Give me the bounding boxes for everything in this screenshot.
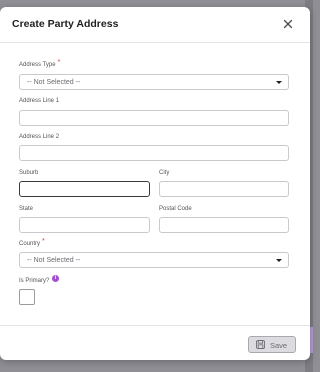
- address-line-1-label: Address Line 1: [19, 98, 60, 104]
- dialog-header: Create Party Address: [0, 7, 310, 43]
- save-label: Save: [270, 341, 288, 350]
- info-icon[interactable]: i: [52, 275, 59, 282]
- create-party-address-dialog: Create Party Address Address Type * -- No…: [0, 7, 310, 360]
- postal-code-input[interactable]: [159, 217, 289, 233]
- country-label: Country *: [19, 238, 45, 247]
- postal-code-label: Postal Code: [159, 206, 192, 212]
- country-value: -- Not Selected --: [27, 257, 81, 264]
- address-type-label-text: Address Type: [19, 62, 56, 68]
- state-label: State: [19, 206, 34, 212]
- required-marker: *: [42, 238, 45, 245]
- suburb-input[interactable]: [19, 181, 150, 197]
- address-line-1-input[interactable]: [19, 110, 289, 126]
- address-type-select[interactable]: -- Not Selected --: [19, 74, 289, 90]
- city-label: City: [159, 170, 170, 176]
- address-type-value: -- Not Selected --: [27, 79, 81, 86]
- address-line-2-input[interactable]: [19, 145, 289, 161]
- chevron-down-icon: [276, 81, 282, 84]
- country-label-text: Country: [19, 241, 41, 247]
- country-select[interactable]: -- Not Selected --: [19, 252, 289, 268]
- required-marker: *: [57, 59, 61, 66]
- state-input[interactable]: [19, 217, 150, 233]
- is-primary-checkbox[interactable]: [19, 289, 35, 305]
- close-icon: [283, 19, 293, 29]
- close-button[interactable]: [280, 16, 296, 32]
- city-input[interactable]: [159, 181, 289, 197]
- dialog-title: Create Party Address: [12, 18, 119, 30]
- floppy-disk-icon: [256, 340, 265, 349]
- suburb-label: Suburb: [19, 170, 39, 176]
- dialog-footer: Save: [0, 325, 310, 360]
- is-primary-label: Is Primary?: [19, 278, 50, 284]
- address-line-2-label: Address Line 2: [19, 134, 60, 140]
- save-button[interactable]: Save: [248, 336, 296, 353]
- address-type-label: Address Type *: [19, 59, 61, 68]
- chevron-down-icon: [276, 259, 282, 262]
